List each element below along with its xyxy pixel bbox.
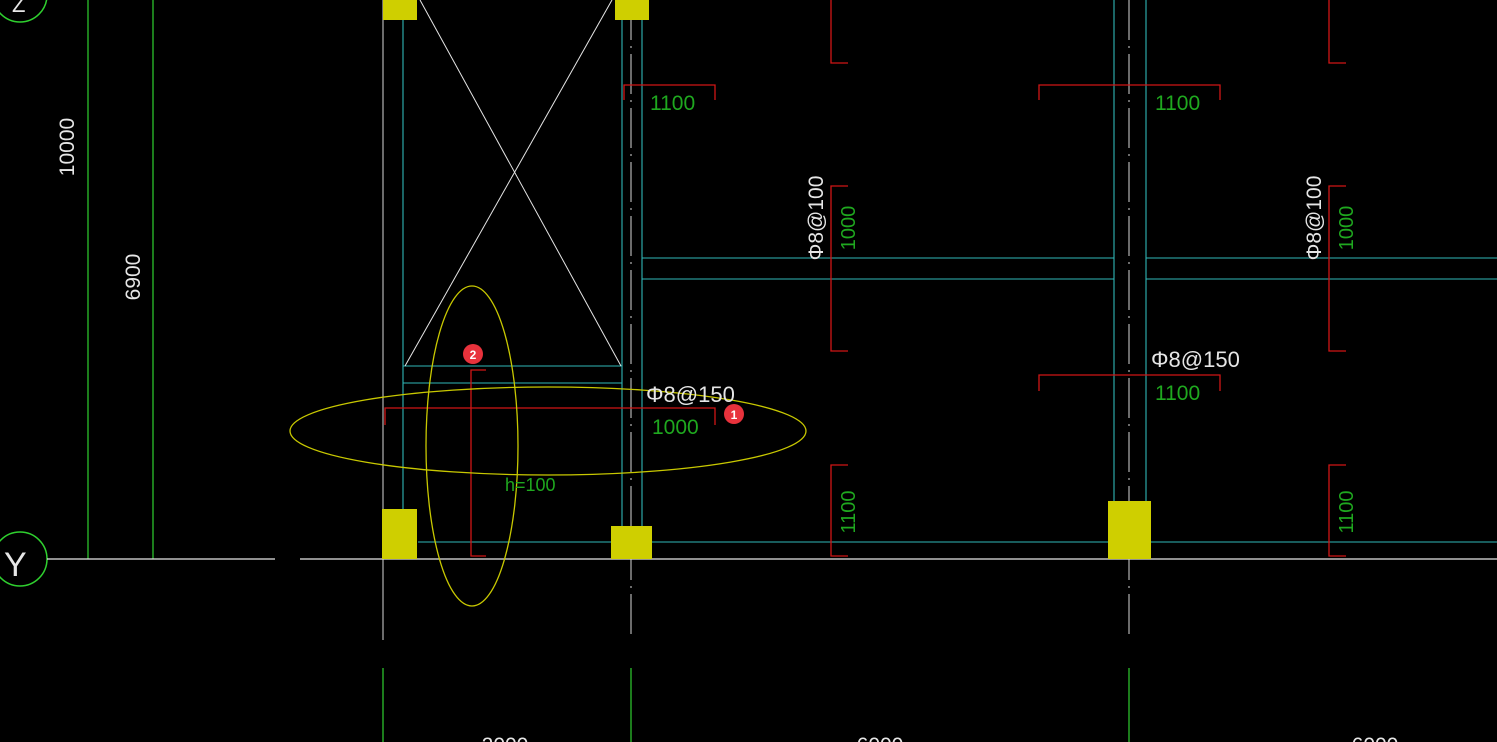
beam-length-left: 1000 [652,416,699,439]
canvas-background [0,0,1497,742]
marker-1-label: 1 [731,408,738,422]
column-4[interactable] [611,526,652,559]
dim-left-inner: 6900 [122,254,145,301]
dim-bottom-3: 6000 [1352,734,1399,742]
axis-top-label: Z [12,0,25,17]
rebar-length-top-left: 1100 [650,92,695,115]
axis-y-label: Y [4,546,27,584]
beam-spec-left: Φ8@150 [646,382,735,407]
rebar-length-bottom-mid: 1100 [838,490,860,533]
column-5[interactable] [1108,501,1151,559]
rebar-length-bottom-right: 1100 [1336,490,1358,533]
rebar-spec-mid-left: Φ8@100 [805,176,828,261]
column-1[interactable] [383,0,417,20]
marker-2-label: 2 [470,348,477,362]
marker-1[interactable]: 1 [724,404,744,424]
dim-bottom-2: 6000 [857,734,904,742]
column-2[interactable] [615,0,649,20]
slab-thickness-label: h=100 [505,475,556,495]
dim-bottom-1: 2000 [482,734,529,742]
rebar-length-mid-left: 1000 [838,206,860,251]
rebar-spec-mid-right: Φ8@100 [1303,176,1326,261]
beam-spec-right: Φ8@150 [1151,347,1240,372]
rebar-length-top-right: 1100 [1155,92,1200,115]
cad-drawing-canvas[interactable]: Z Y 10000 6900 1100 1100 Φ8@100 1000 Φ8@… [0,0,1497,742]
marker-2[interactable]: 2 [463,344,483,364]
dim-left-outer: 10000 [56,118,79,176]
rebar-length-mid-right: 1000 [1336,206,1358,251]
column-3[interactable] [382,509,417,559]
beam-length-right: 1100 [1155,382,1200,405]
